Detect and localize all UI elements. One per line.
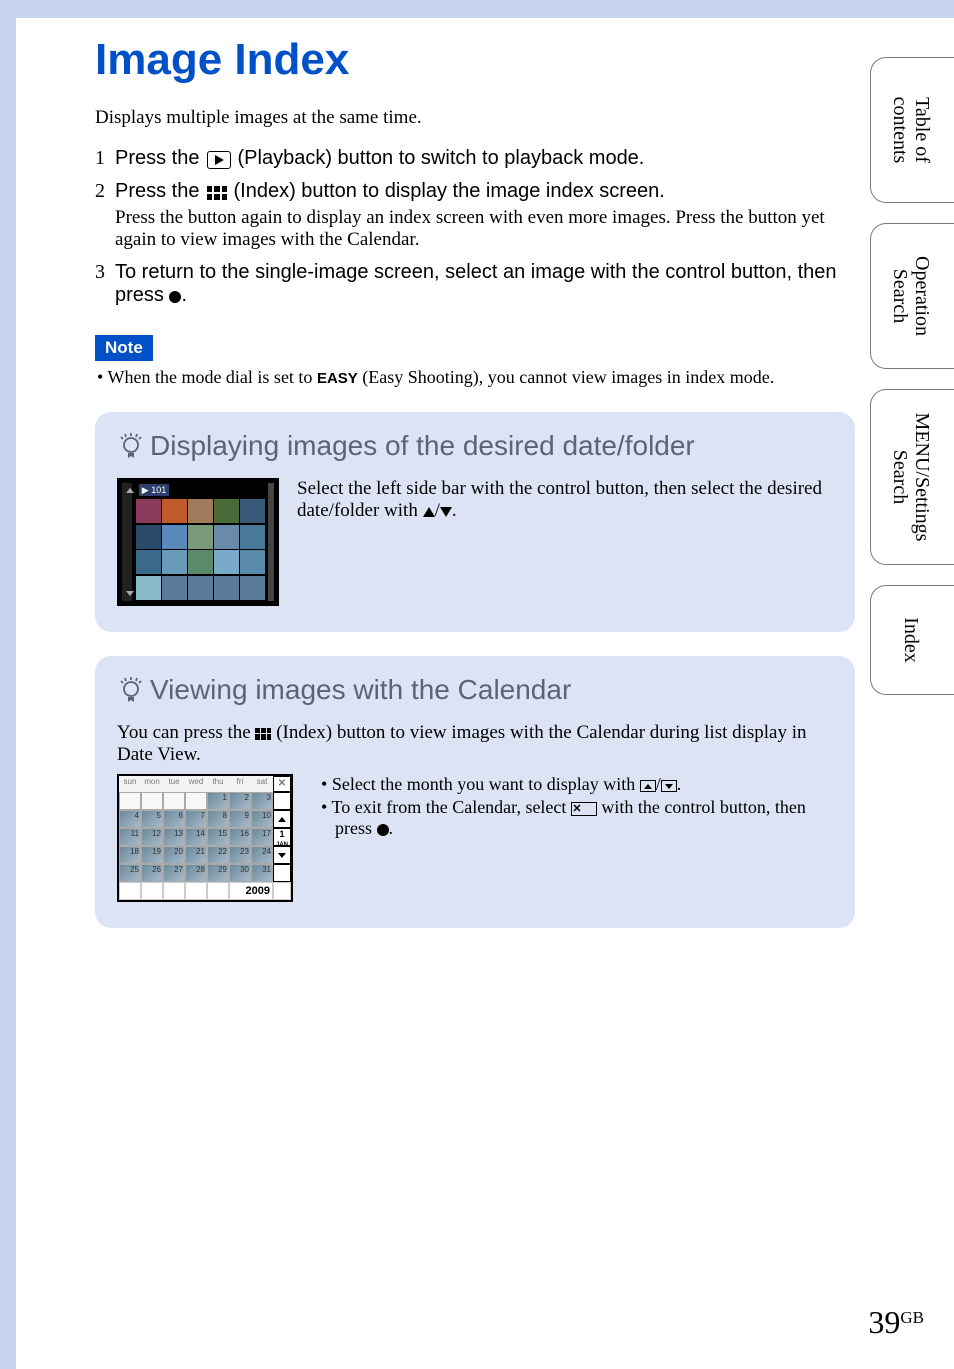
tab-table-of-contents[interactable]: Table of contents: [870, 57, 954, 203]
button-up-icon: [640, 780, 656, 792]
step-1-text-b: (Playback) button to switch to playback …: [238, 147, 645, 169]
tab-operation-search[interactable]: Operation Search: [870, 223, 954, 369]
button-down-icon: [661, 780, 677, 792]
calendar-month-label: 1JAN: [273, 828, 291, 846]
tip1-text: Select the left side bar with the contro…: [297, 478, 833, 522]
step-2-number: 2: [95, 180, 115, 203]
left-decorative-strip: [0, 0, 16, 1369]
svg-text:MENU/Settings: MENU/Settings: [911, 413, 933, 542]
page-title: Image Index: [95, 35, 855, 85]
triangle-up-icon: [423, 507, 435, 517]
tip-box-date-folder: Displaying images of the desired date/fo…: [95, 412, 855, 632]
calendar-thumbnail: sunmontuewedthufrisat ✕ 123 45678910 111…: [117, 774, 293, 902]
note-bullet: • When the mode dial is set to EASY (Eas…: [95, 367, 855, 388]
tip2-intro: You can press the (Index) button to view…: [117, 722, 833, 766]
step-3: 3 To return to the single-image screen, …: [95, 261, 855, 307]
calendar-down-icon: [273, 846, 291, 864]
page-content: Image Index Displays multiple images at …: [95, 35, 855, 928]
triangle-down-icon: [440, 507, 452, 517]
svg-text:Search: Search: [889, 269, 911, 323]
tab-menu-settings-search[interactable]: MENU/Settings Search: [870, 389, 954, 565]
calendar-year: 2009: [229, 882, 273, 900]
step-3-number: 3: [95, 261, 115, 284]
page-number: 39GB: [868, 1304, 924, 1341]
tip-box-calendar: Viewing images with the Calendar You can…: [95, 656, 855, 928]
step-2-text-a: Press the: [115, 180, 205, 202]
step-3-text-b: .: [181, 284, 187, 306]
tip2-bullets: Select the month you want to display wit…: [315, 774, 833, 841]
easy-label: EASY: [317, 370, 358, 387]
tip-icon: [117, 431, 145, 461]
playback-icon: [207, 151, 231, 169]
index-icon: [207, 186, 227, 200]
close-button-icon: ✕: [571, 802, 597, 816]
top-decorative-strip: [0, 0, 954, 18]
note-text-a: • When the mode dial is set to: [97, 367, 317, 387]
svg-text:Operation: Operation: [911, 256, 933, 336]
note-badge: Note: [95, 335, 153, 361]
thumb-folder-label: ▶ 101: [139, 484, 169, 496]
tip-icon: [117, 675, 145, 705]
tab-index[interactable]: Index: [870, 585, 954, 695]
svg-text:Search: Search: [889, 450, 911, 504]
tip2-title: Viewing images with the Calendar: [150, 674, 571, 706]
note-text-b: (Easy Shooting), you cannot view images …: [358, 367, 774, 387]
tip2-bullet-1: Select the month you want to display wit…: [321, 774, 833, 795]
intro-text: Displays multiple images at the same tim…: [95, 107, 855, 129]
step-list: 1 Press the (Playback) button to switch …: [95, 147, 855, 307]
svg-text:Index: Index: [900, 617, 922, 663]
step-1-number: 1: [95, 147, 115, 170]
svg-text:contents: contents: [889, 97, 911, 164]
side-tabs: Table of contents Operation Search MENU/…: [870, 57, 954, 715]
svg-text:Table of: Table of: [911, 97, 933, 163]
step-3-text-a: To return to the single-image screen, se…: [115, 261, 837, 306]
tip1-title: Displaying images of the desired date/fo…: [150, 430, 695, 462]
step-1-text-a: Press the: [115, 147, 205, 169]
index-screen-thumbnail: ▶ 101: [117, 478, 279, 606]
step-1: 1 Press the (Playback) button to switch …: [95, 147, 855, 170]
calendar-up-icon: [273, 810, 291, 828]
step-2: 2 Press the (Index) button to display th…: [95, 180, 855, 251]
calendar-close-icon: ✕: [273, 776, 291, 792]
center-button-icon: [377, 824, 389, 836]
index-icon: [255, 728, 271, 740]
step-2-text-b: (Index) button to display the image inde…: [234, 180, 665, 202]
tip2-bullet-2: To exit from the Calendar, select ✕ with…: [321, 797, 833, 839]
center-button-icon: [169, 291, 181, 303]
step-2-note: Press the button again to display an ind…: [115, 207, 855, 251]
